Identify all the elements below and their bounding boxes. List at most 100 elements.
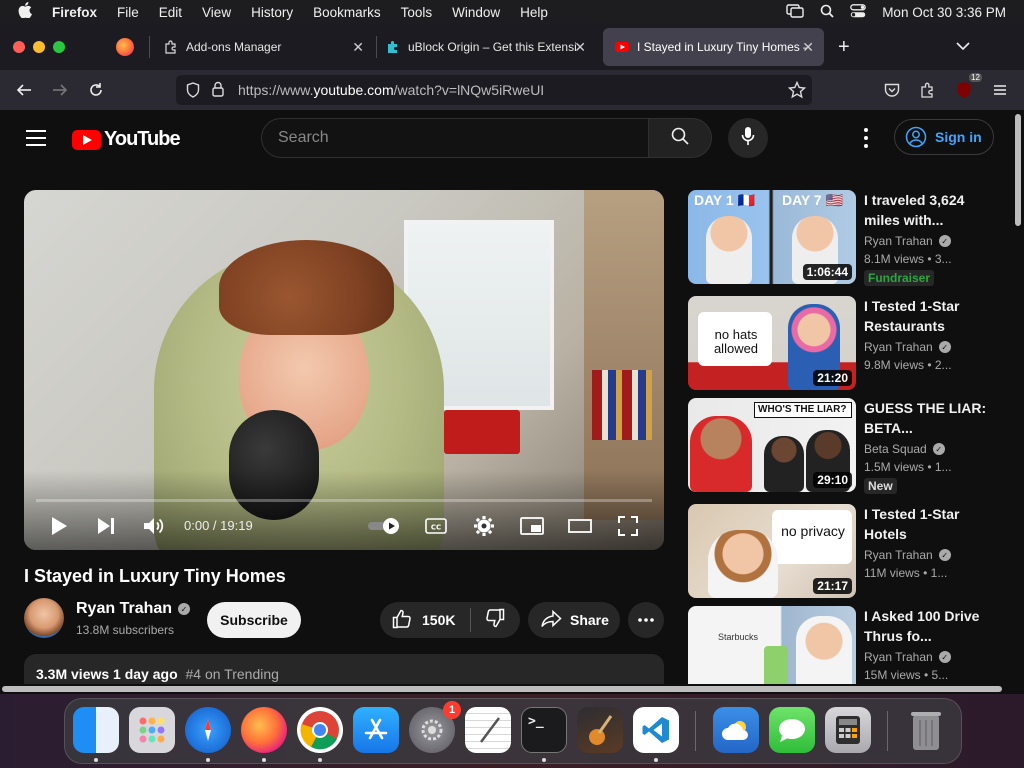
recommendation-item[interactable]: no privacy 21:17 I Tested 1-Star Hotels … — [688, 504, 998, 598]
extensions-puzzle-icon[interactable] — [916, 78, 940, 102]
messages-icon[interactable] — [769, 707, 815, 753]
list-all-tabs-chevron-down-icon[interactable] — [956, 38, 970, 56]
launchpad-icon[interactable] — [129, 707, 175, 753]
autoplay-toggle[interactable] — [367, 514, 403, 538]
weather-icon[interactable] — [713, 707, 759, 753]
settings-more-icon[interactable] — [858, 126, 874, 150]
close-tab-icon[interactable]: ✕ — [802, 39, 814, 56]
close-tab-icon[interactable]: ✕ — [574, 39, 586, 56]
volume-icon[interactable] — [142, 514, 166, 538]
scrollbar-thumb[interactable] — [2, 686, 1002, 692]
calculator-icon[interactable] — [825, 707, 871, 753]
recommendation-title[interactable]: I Tested 1-Star Hotels — [864, 504, 994, 544]
forward-arrow-icon[interactable] — [48, 78, 72, 102]
pocket-icon[interactable] — [880, 78, 904, 102]
menu-history[interactable]: History — [251, 5, 293, 20]
video-player[interactable]: 0:00 / 19:19 CC — [24, 190, 664, 550]
fullscreen-icon[interactable] — [616, 514, 640, 538]
apple-icon[interactable] — [18, 2, 34, 22]
recommendation-channel[interactable]: Ryan Trahan ✓ — [864, 234, 951, 248]
trending-rank[interactable]: #4 on Trending — [186, 666, 279, 682]
menu-bookmarks[interactable]: Bookmarks — [313, 5, 381, 20]
recommendation-title[interactable]: I Tested 1-Star Restaurants — [864, 296, 994, 336]
vscode-icon[interactable] — [633, 707, 679, 753]
settings-gear-icon[interactable] — [472, 514, 496, 538]
recommendation-title[interactable]: I Asked 100 Drive Thrus fo... — [864, 606, 994, 646]
tab-youtube-video[interactable]: I Stayed in Luxury Tiny Homes – ✕ — [603, 28, 824, 66]
play-button[interactable] — [48, 514, 70, 538]
minimize-window-button[interactable] — [33, 41, 45, 53]
video-thumbnail[interactable]: no privacy 21:17 — [688, 504, 856, 598]
lock-icon[interactable] — [212, 81, 224, 100]
next-video-button[interactable] — [94, 514, 118, 538]
recommendation-channel[interactable]: Ryan Trahan ✓ — [864, 340, 951, 354]
tab-ublock-origin[interactable]: uBlock Origin – Get this Extensi ✕ — [374, 28, 596, 66]
hamburger-menu-icon[interactable] — [988, 78, 1012, 102]
menu-help[interactable]: Help — [520, 5, 548, 20]
vertical-scrollbar[interactable] — [1014, 110, 1022, 694]
video-thumbnail[interactable]: WHO'S THE LIAR? 29:10 — [688, 398, 856, 492]
ublock-origin-icon[interactable]: 12 — [952, 73, 982, 102]
terminal-icon[interactable]: >_ — [521, 707, 567, 753]
firefox-view-icon[interactable] — [116, 38, 134, 56]
recommendation-channel[interactable]: Ryan Trahan ✓ — [864, 548, 951, 562]
garageband-guitar-icon[interactable] — [577, 707, 623, 753]
menu-view[interactable]: View — [202, 5, 231, 20]
search-input[interactable]: Search — [261, 118, 649, 158]
url-text[interactable]: https://www.youtube.com/watch?v=lNQw5iRw… — [238, 82, 544, 98]
subtitles-cc-icon[interactable]: CC — [424, 514, 448, 538]
tracking-shield-icon[interactable] — [186, 82, 200, 101]
channel-avatar[interactable] — [24, 598, 64, 638]
video-thumbnail[interactable]: no hats allowed 21:20 — [688, 296, 856, 390]
chrome-icon[interactable] — [297, 707, 343, 753]
recommendation-item[interactable]: WHO'S THE LIAR? 29:10 GUESS THE LIAR: BE… — [688, 398, 998, 494]
menu-file[interactable]: File — [117, 5, 139, 20]
back-arrow-icon[interactable] — [12, 78, 36, 102]
voice-search-button[interactable] — [728, 118, 768, 158]
share-button[interactable]: Share — [528, 602, 620, 638]
app-store-icon[interactable] — [353, 707, 399, 753]
textedit-icon[interactable] — [465, 707, 511, 753]
finder-icon[interactable] — [73, 707, 119, 753]
horizontal-scrollbar[interactable] — [0, 684, 1010, 694]
recommendation-title[interactable]: I traveled 3,624 miles with... — [864, 190, 994, 230]
recommendation-item[interactable]: DAY 1 🇫🇷 DAY 7 🇺🇸 1:06:44 I traveled 3,6… — [688, 190, 998, 286]
video-thumbnail[interactable]: Starbucks — [688, 606, 856, 694]
trash-icon[interactable] — [903, 707, 949, 753]
channel-name[interactable]: Ryan Trahan ✓ — [76, 600, 191, 618]
menu-edit[interactable]: Edit — [159, 5, 182, 20]
recommendation-item[interactable]: Starbucks I Asked 100 Drive Thrus fo... … — [688, 606, 998, 694]
subscribe-button[interactable]: Subscribe — [207, 602, 301, 638]
recommendation-channel[interactable]: Ryan Trahan ✓ — [864, 650, 951, 664]
search-button[interactable] — [648, 118, 712, 158]
youtube-logo[interactable]: YouTube — [72, 128, 181, 151]
url-bar[interactable]: https://www.youtube.com/watch?v=lNQw5iRw… — [176, 75, 812, 105]
recommendation-item[interactable]: no hats allowed 21:20 I Tested 1-Star Re… — [688, 296, 998, 390]
new-tab-icon[interactable]: + — [838, 36, 850, 59]
menu-tools[interactable]: Tools — [401, 5, 433, 20]
close-window-button[interactable] — [13, 41, 25, 53]
close-tab-icon[interactable]: ✕ — [352, 39, 364, 56]
dislike-button[interactable] — [471, 608, 519, 633]
bookmark-star-icon[interactable] — [787, 80, 807, 102]
zoom-window-button[interactable] — [53, 41, 65, 53]
system-settings-gear-icon[interactable]: 1 — [409, 701, 461, 753]
guide-menu-icon[interactable] — [26, 130, 46, 146]
like-button[interactable]: 150K — [380, 609, 470, 632]
theater-mode-icon[interactable] — [568, 514, 592, 538]
firefox-icon[interactable] — [241, 707, 287, 753]
control-center-icon[interactable] — [850, 3, 867, 21]
spotlight-search-icon[interactable] — [820, 4, 834, 21]
progress-bar[interactable] — [36, 499, 652, 502]
reload-icon[interactable] — [84, 78, 108, 102]
video-thumbnail[interactable]: DAY 1 🇫🇷 DAY 7 🇺🇸 1:06:44 — [688, 190, 856, 284]
safari-icon[interactable] — [185, 707, 231, 753]
menu-app-name[interactable]: Firefox — [52, 5, 97, 20]
recommendation-title[interactable]: GUESS THE LIAR: BETA... — [864, 398, 994, 438]
more-actions-icon[interactable] — [628, 602, 664, 638]
sign-in-button[interactable]: Sign in — [894, 119, 994, 155]
recommendation-channel[interactable]: Beta Squad ✓ — [864, 442, 945, 456]
screen-mirroring-icon[interactable] — [786, 3, 804, 21]
tab-addons-manager[interactable]: Add-ons Manager ✕ — [152, 28, 374, 66]
scrollbar-thumb[interactable] — [1015, 114, 1021, 226]
